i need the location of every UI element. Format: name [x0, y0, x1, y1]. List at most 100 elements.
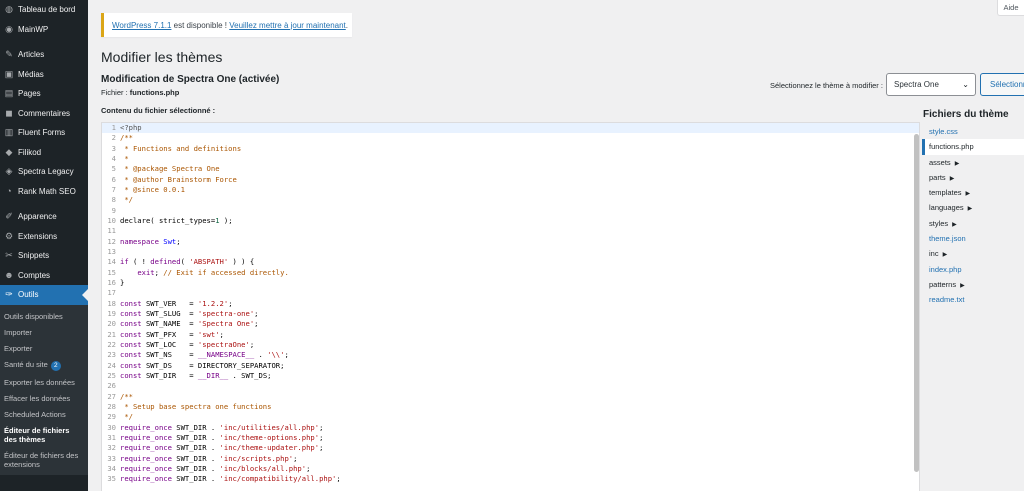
select-theme-button[interactable]: Sélectionner — [980, 73, 1024, 96]
theme-folder-templates[interactable]: templates ▶ — [922, 185, 1024, 200]
code-text: * @package Spectra One — [119, 164, 219, 174]
sidebar-item-commentaires[interactable]: ◼ Commentaires — [0, 104, 88, 124]
sidebar-item-label: Fluent Forms — [18, 128, 66, 138]
submenu-item-outils-disponibles[interactable]: Outils disponibles — [0, 309, 88, 325]
code-editor[interactable]: 1 <?php 2/** 3 * Functions and definitions 4… — [101, 122, 920, 491]
theme-file-label: index.php — [929, 264, 962, 274]
help-button[interactable]: Aide — [997, 0, 1024, 16]
comments-icon: ◼ — [5, 107, 13, 118]
code-token: defined — [150, 257, 181, 267]
line-number: 1 — [111, 123, 116, 132]
dashboard-icon: ◍ — [5, 4, 13, 15]
code-line: 13 — [102, 247, 919, 257]
theme-file-functions-php[interactable]: functions.php — [922, 139, 1024, 155]
plugin-icon: ⚙ — [4, 230, 14, 241]
code-line: 27 /** — [102, 392, 919, 402]
code-line: 31 require_once SWT_DIR . 'inc/theme-opti… — [102, 433, 919, 443]
wordpress-version-link[interactable]: WordPress 7.1.1 — [112, 21, 171, 30]
code-token: 'spectraOne' — [197, 339, 250, 349]
submenu-item-sante-du-site[interactable]: Santé du site 2 — [0, 357, 88, 375]
file-name: functions.php — [129, 88, 180, 97]
code-token: 'Spectra One' — [197, 319, 255, 329]
sidebar-item-rank-math-seo[interactable]: ◔ Rank Math SEO — [0, 182, 88, 202]
code-line: 22 const SWT_LOC = 'spectraOne'; — [102, 340, 919, 350]
theme-folder-assets[interactable]: assets ▶ — [922, 155, 1024, 170]
theme-folder-inc[interactable]: inc ▶ — [922, 246, 1024, 261]
code-line: 14 if ( ! defined( 'ABSPATH' ) ) { — [102, 257, 919, 267]
code-line: 33 require_once SWT_DIR . 'inc/scripts.ph… — [102, 454, 919, 464]
theme-folder-styles[interactable]: styles ▶ — [922, 216, 1024, 231]
sidebar-item-mainwp[interactable]: ◉ MainWP — [0, 20, 88, 40]
sidebar-item-apparence[interactable]: ✐ Apparence — [0, 207, 88, 227]
code-line: 9 — [102, 206, 919, 216]
code-token: ; — [219, 329, 224, 339]
code-text: * Functions and definitions — [119, 144, 241, 154]
code-line: 3 * Functions and definitions — [102, 144, 919, 154]
submenu-item-label: Importer — [4, 328, 32, 337]
theme-file-theme-json[interactable]: theme.json — [922, 231, 1024, 246]
code-token: '\\' — [267, 350, 285, 360]
code-token: ; — [319, 422, 324, 432]
line-number: 4 — [111, 153, 116, 163]
theme-file-readme-txt[interactable]: readme.txt — [922, 292, 1024, 307]
theme-folder-languages[interactable]: languages ▶ — [922, 200, 1024, 215]
folder-expand-icon: ▶ — [960, 282, 965, 289]
code-text: */ — [119, 412, 133, 422]
line-number: 8 — [111, 195, 116, 205]
code-token: const — [120, 350, 142, 360]
submenu-item-effacer-les-donnees[interactable]: Effacer les données — [0, 391, 88, 407]
update-notice: WordPress 7.1.1 est disponible ! Veuille… — [101, 13, 352, 37]
code-line: 28 * Setup base spectra one functions — [102, 402, 919, 412]
code-token: * Setup base spectra one functions — [120, 401, 272, 411]
code-line: 29 */ — [102, 412, 919, 422]
code-text: require_once SWT_DIR . 'inc/blocks/all.p… — [119, 464, 310, 474]
code-text: require_once SWT_DIR . 'inc/theme-option… — [119, 433, 323, 443]
sidebar-item-label: Rank Math SEO — [18, 186, 76, 196]
theme-folder-patterns[interactable]: patterns ▶ — [922, 277, 1024, 292]
code-token: */ — [120, 412, 133, 422]
theme-file-label: style.css — [929, 127, 958, 136]
submenu-item-exporter[interactable]: Exporter — [0, 341, 88, 357]
code-line: 6 * @author Brainstorm Force — [102, 175, 919, 185]
theme-file-style-css[interactable]: style.css — [922, 124, 1024, 139]
sidebar-item-comptes[interactable]: ☻ Comptes — [0, 266, 88, 286]
update-now-link[interactable]: Veuillez mettre à jour maintenant — [229, 21, 346, 30]
sidebar-item-articles[interactable]: ✎ Articles — [0, 45, 88, 65]
code-token: 'inc/compatibility/all.php' — [219, 474, 337, 484]
editor-scrollbar[interactable] — [914, 134, 919, 472]
sidebar-item-outils[interactable]: ✑ Outils — [0, 285, 88, 305]
code-token: . — [254, 350, 268, 360]
code-line: 26 — [102, 381, 919, 391]
sidebar-item-label: MainWP — [18, 24, 49, 34]
sidebar-item-filikod[interactable]: ◆ Filikod — [0, 143, 88, 163]
code-token: ; — [319, 443, 324, 453]
code-token: * @author Brainstorm Force — [120, 174, 237, 184]
sidebar-item-tableau-de-bord[interactable]: ◍ Tableau de bord — [0, 0, 88, 20]
sidebar-item-snippets[interactable]: ✂ Snippets — [0, 246, 88, 266]
submenu-item-importer[interactable]: Importer — [0, 325, 88, 341]
submenu-item-scheduled-actions[interactable]: Scheduled Actions — [0, 407, 88, 423]
sidebar-item-spectra-legacy[interactable]: ◈ Spectra Legacy — [0, 162, 88, 182]
theme-folder-parts[interactable]: parts ▶ — [922, 170, 1024, 185]
submenu-item-exporter-les-donnees[interactable]: Exporter les données — [0, 375, 88, 391]
code-token: ; — [254, 319, 259, 329]
submenu-item-editeur-de-fichiers-des-themes[interactable]: Éditeur de fichiers des thèmes — [0, 423, 88, 448]
theme-file-index-php[interactable]: index.php — [922, 262, 1024, 277]
theme-file-label: languages — [929, 203, 964, 213]
sidebar-item-extensions[interactable]: ⚙ Extensions — [0, 227, 88, 247]
code-token: namespace — [120, 236, 159, 246]
theme-select-value: Spectra One — [894, 80, 939, 89]
line-number: 30 — [107, 422, 116, 432]
line-number: 20 — [107, 319, 116, 329]
theme-select[interactable]: Spectra One ⌄ — [886, 73, 976, 96]
code-token: ( strict_types= — [150, 215, 216, 225]
sidebar-item-pages[interactable]: ▤ Pages — [0, 84, 88, 104]
sidebar-item-medias[interactable]: ▣ Médias — [0, 65, 88, 85]
code-token: const — [120, 298, 142, 308]
line-number: 17 — [107, 288, 116, 298]
submenu-item-editeur-de-fichiers-des-extensions[interactable]: Éditeur de fichiers des extensions — [0, 448, 88, 473]
line-number: 28 — [107, 401, 116, 411]
sidebar-item-fluent-forms[interactable]: ▥ Fluent Forms — [0, 123, 88, 143]
